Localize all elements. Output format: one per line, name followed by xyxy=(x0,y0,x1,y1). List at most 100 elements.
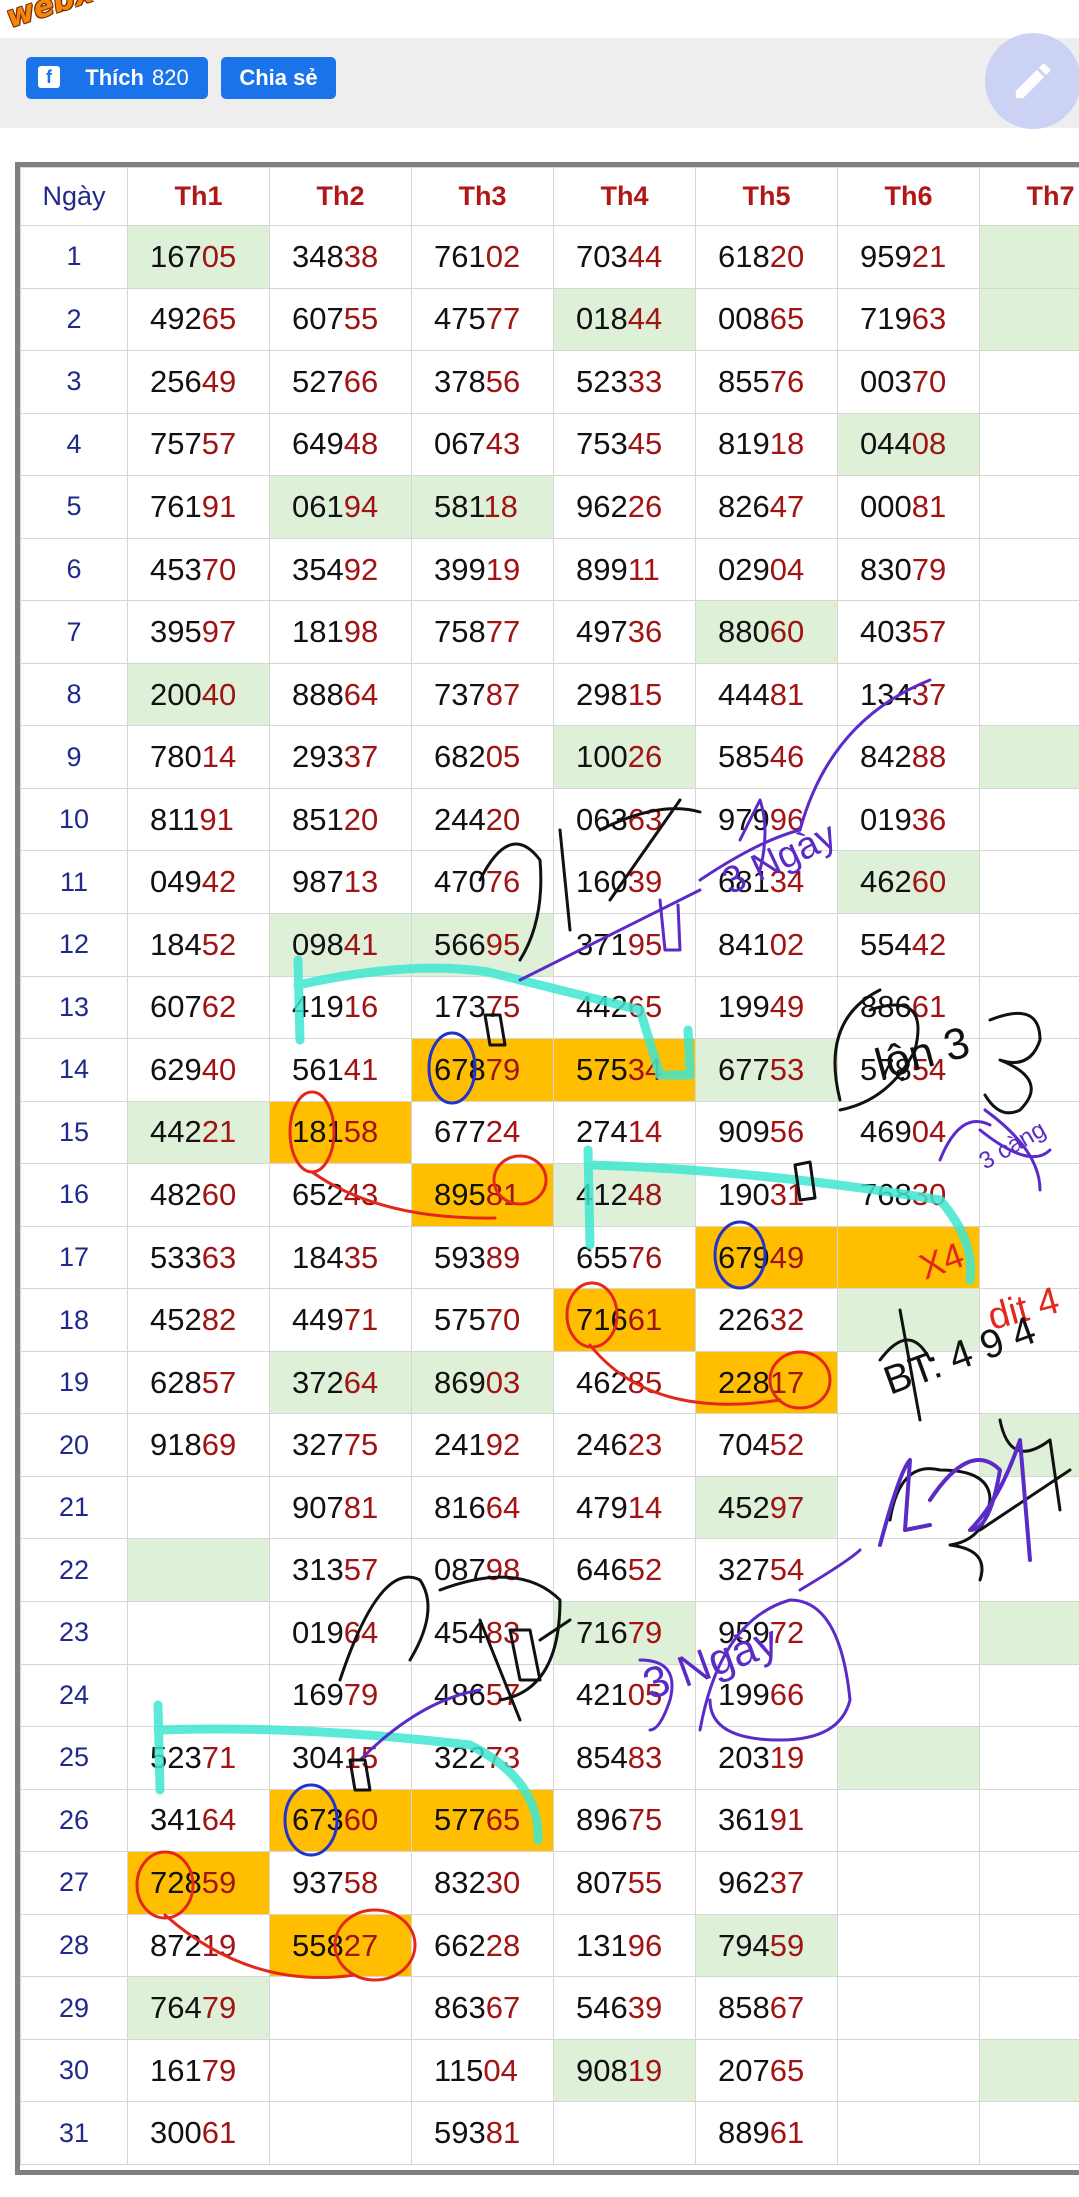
table-row: 6 45370 35492 39919 89911 02904 83079 xyxy=(20,537,1079,602)
result-cell: 59389 xyxy=(411,1225,554,1290)
day-cell: 24 xyxy=(20,1663,128,1728)
result-cell: 62857 xyxy=(127,1350,270,1415)
table-row: 18 45282 44971 57570 71661 22632 xyxy=(20,1288,1079,1352)
table-row: 12 18452 09841 56695 37195 84102 55442 xyxy=(20,913,1079,977)
weekday-column-header: Th7 xyxy=(979,167,1079,226)
table-row: 10 81191 85120 24420 06363 97996 01936 xyxy=(20,787,1079,852)
draw-fab[interactable] xyxy=(985,33,1079,129)
table-row: 13 60762 41916 17375 44265 19949 88661 xyxy=(20,975,1079,1040)
result-cell: 55442 xyxy=(837,913,980,977)
result-cell: 88661 xyxy=(837,975,980,1040)
day-cell: 7 xyxy=(20,600,128,664)
weekday-column-header: Th1 xyxy=(127,167,270,226)
result-cell: 25649 xyxy=(127,350,270,414)
table-row: 9 78014 29337 68205 10026 58546 84288 xyxy=(20,725,1079,789)
result-cell: 44221 xyxy=(127,1100,270,1165)
result-cell: 88060 xyxy=(695,600,838,664)
result-cell: 10026 xyxy=(553,725,696,789)
result-cell: 52371 xyxy=(127,1726,270,1790)
day-cell: 4 xyxy=(20,412,128,477)
result-cell: 64652 xyxy=(553,1538,696,1603)
result-cell: 36191 xyxy=(695,1788,838,1853)
result-cell: 11504 xyxy=(411,2038,554,2103)
result-cell xyxy=(127,1538,270,1603)
result-cell: 85120 xyxy=(269,787,412,852)
result-cell: 44971 xyxy=(269,1288,412,1352)
result-cell xyxy=(979,1601,1079,1665)
result-cell: 01844 xyxy=(553,287,696,352)
result-cell: 49736 xyxy=(553,600,696,664)
result-cell xyxy=(979,787,1079,852)
result-cell: 30061 xyxy=(127,2101,270,2165)
table-row: 30 16179 11504 90819 20765 xyxy=(20,2038,1079,2103)
like-button[interactable]: f Thích 820 xyxy=(26,57,208,99)
result-cell: 58118 xyxy=(411,475,554,539)
result-cell: 66228 xyxy=(411,1913,554,1978)
result-cell: 86367 xyxy=(411,1976,554,2040)
result-cell: 67753 xyxy=(695,1038,838,1102)
result-cell xyxy=(127,1601,270,1665)
day-cell: 2 xyxy=(20,287,128,352)
result-cell xyxy=(127,1475,270,1540)
day-cell: 29 xyxy=(20,1976,128,2040)
result-cell xyxy=(979,1350,1079,1415)
result-cell: 02904 xyxy=(695,537,838,602)
table-row: 17 53363 18435 59389 65576 67949 xyxy=(20,1225,1079,1290)
share-button[interactable]: Chia sẻ xyxy=(221,57,336,99)
like-label: Thích xyxy=(85,65,144,90)
result-cell: 76191 xyxy=(127,475,270,539)
result-cell: 20040 xyxy=(127,662,270,727)
result-cell: 70344 xyxy=(553,225,696,289)
table-row: 29 76479 86367 54639 85867 xyxy=(20,1976,1079,2040)
result-cell xyxy=(979,1788,1079,1853)
result-cell: 79459 xyxy=(695,1913,838,1978)
result-cell: 49265 xyxy=(127,287,270,352)
result-cell: 68205 xyxy=(411,725,554,789)
day-cell: 27 xyxy=(20,1851,128,1915)
result-cell: 56141 xyxy=(269,1038,412,1102)
table-row: 23 01964 45483 71679 95972 xyxy=(20,1601,1079,1665)
result-cell xyxy=(979,662,1079,727)
result-cell: 37856 xyxy=(411,350,554,414)
result-cell: 24192 xyxy=(411,1413,554,1477)
result-cell: 46904 xyxy=(837,1100,980,1165)
result-cell: 81191 xyxy=(127,787,270,852)
result-cell: 82647 xyxy=(695,475,838,539)
result-cell: 06194 xyxy=(269,475,412,539)
day-cell: 26 xyxy=(20,1788,128,1853)
result-cell: 55827 xyxy=(269,1913,412,1978)
day-cell: 22 xyxy=(20,1538,128,1603)
table-row: 25 52371 30415 32273 85483 20319 xyxy=(20,1726,1079,1790)
result-cell: 91869 xyxy=(127,1413,270,1477)
table-row: 21 90781 81664 47914 45297 xyxy=(20,1475,1079,1540)
result-cell xyxy=(979,1413,1079,1477)
day-cell: 9 xyxy=(20,725,128,789)
result-cell: 60755 xyxy=(269,287,412,352)
result-cell: 48260 xyxy=(127,1163,270,1227)
result-cell xyxy=(837,1475,980,1540)
table-row: 31 30061 59381 88961 xyxy=(20,2101,1079,2165)
result-cell xyxy=(837,1976,980,2040)
result-cell: 19949 xyxy=(695,975,838,1040)
result-cell: 29815 xyxy=(553,662,696,727)
result-cell: 46260 xyxy=(837,850,980,915)
result-cell xyxy=(837,1913,980,1978)
result-cell: 78014 xyxy=(127,725,270,789)
result-cell xyxy=(127,1663,270,1728)
result-cell: 97996 xyxy=(695,787,838,852)
result-cell xyxy=(979,1475,1079,1540)
day-cell: 19 xyxy=(20,1350,128,1415)
result-cell: 88961 xyxy=(695,2101,838,2165)
table-row: 7 39597 18198 75877 49736 88060 40357 xyxy=(20,600,1079,664)
result-cell xyxy=(979,1163,1079,1227)
result-cell: 04408 xyxy=(837,412,980,477)
result-cell: 18158 xyxy=(269,1100,412,1165)
result-cell: 47076 xyxy=(411,850,554,915)
result-cell xyxy=(979,1976,1079,2040)
result-cell: 89581 xyxy=(411,1163,554,1227)
result-cell xyxy=(837,2038,980,2103)
result-cell: 95921 xyxy=(837,225,980,289)
day-cell: 23 xyxy=(20,1601,128,1665)
result-cell xyxy=(979,2038,1079,2103)
result-cell: 17375 xyxy=(411,975,554,1040)
